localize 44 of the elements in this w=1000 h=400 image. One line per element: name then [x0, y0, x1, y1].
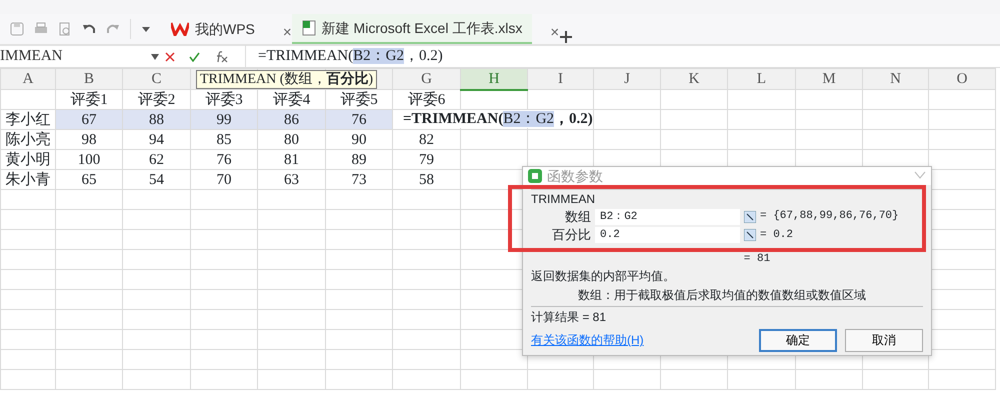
- dialog-title: 函数参数: [547, 168, 603, 184]
- table-cell: 评委6: [408, 92, 446, 108]
- table-cell: 58: [419, 172, 434, 188]
- field-label: 数组: [564, 209, 591, 226]
- table-cell: 陈小亮: [6, 132, 50, 148]
- table-cell: 100: [78, 152, 100, 168]
- table-cell: 94: [149, 132, 164, 148]
- field-label: 百分比: [551, 227, 591, 244]
- table-cell: 82: [419, 132, 434, 148]
- table-cell: 朱小青: [6, 172, 50, 188]
- table-cell: 65: [82, 172, 96, 188]
- table-cell: 90: [352, 132, 366, 148]
- table-cell: 李小红: [6, 112, 50, 128]
- table-cell: 99: [216, 112, 232, 128]
- calculation-result: 计算结果 = 81: [530, 310, 608, 326]
- table-cell: 评委4: [272, 92, 310, 108]
- table-cell: 62: [149, 152, 164, 168]
- table-cell: 85: [216, 132, 232, 148]
- argument-help: 数组：用于截取极值后求取均值的数值数组或数值区域: [577, 288, 867, 304]
- table-cell: 54: [149, 172, 164, 188]
- table-cell: 79: [419, 152, 434, 168]
- table-cell: 86: [284, 112, 299, 128]
- table-cell: 73: [352, 172, 366, 188]
- table-cell: 评委2: [138, 92, 176, 108]
- table-cell: 70: [216, 172, 232, 188]
- table-cell: 评委5: [340, 92, 378, 108]
- table-cell: 98: [82, 132, 96, 148]
- table-cell: 89: [352, 152, 366, 168]
- table-cell: 63: [284, 172, 299, 188]
- function-tooltip: TRIMMEAN (数组，百分比): [196, 70, 378, 89]
- table-cell: 76: [216, 152, 232, 168]
- table-cell: 88: [149, 112, 164, 128]
- argument-result: = 0.2: [760, 228, 794, 242]
- argument-result: = {67,88,99,86,76,70}: [760, 210, 899, 224]
- group-label: TRIMMEAN: [531, 192, 596, 207]
- table-cell: 76: [352, 112, 366, 128]
- table-cell: 81: [284, 152, 299, 168]
- table-cell: 67: [82, 112, 96, 128]
- function-description: 返回数据集的内部平均值。: [530, 269, 676, 284]
- table-cell: 评委1: [70, 92, 108, 108]
- formula-result: = 81: [742, 252, 772, 266]
- table-cell: 黄小明: [6, 152, 50, 168]
- table-cell: 80: [284, 132, 299, 148]
- table-cell: 评委3: [205, 92, 243, 108]
